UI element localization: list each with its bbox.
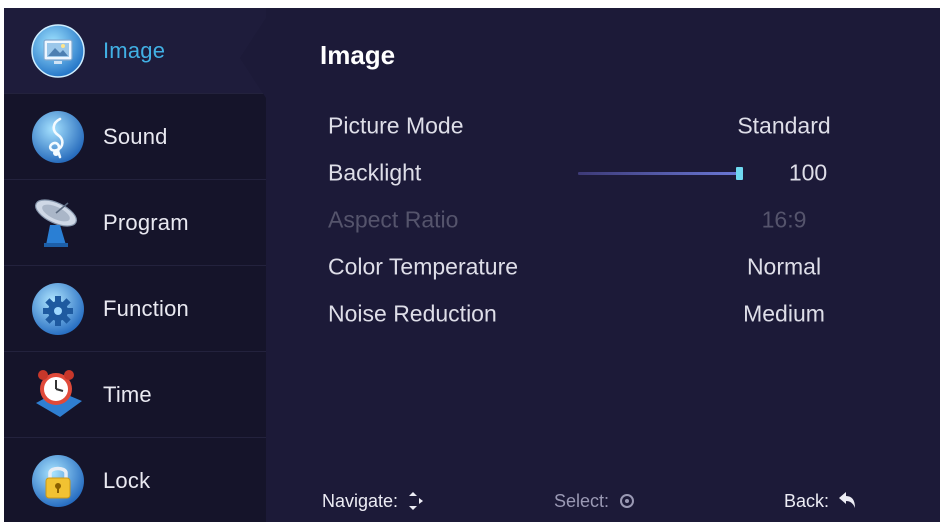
image-icon: [30, 23, 86, 79]
sidebar-item-image[interactable]: Image: [4, 8, 266, 94]
hint-label: Back:: [784, 490, 830, 511]
alarm-clock-icon: [30, 367, 86, 423]
setting-noise-reduction[interactable]: Noise Reduction Medium: [328, 294, 908, 334]
setting-picture-mode[interactable]: Picture Mode Standard: [328, 106, 908, 146]
sidebar: Image Sound Program Function Time Lock: [4, 8, 266, 522]
hint-label: Navigate:: [322, 490, 399, 511]
sidebar-item-label: Image: [103, 37, 166, 63]
satellite-dish-icon: [30, 195, 86, 251]
setting-label: Backlight: [328, 159, 422, 186]
hint-select: Select:: [554, 490, 637, 512]
sidebar-item-function[interactable]: Function: [4, 266, 266, 352]
backlight-slider-fill: [578, 172, 738, 175]
setting-value: Normal: [746, 253, 822, 280]
page-title: Image: [320, 40, 396, 70]
sidebar-item-label: Lock: [103, 468, 151, 493]
hint-back: Back:: [784, 490, 857, 512]
setting-aspect-ratio: Aspect Ratio 16:9: [328, 200, 908, 240]
setting-color-temperature[interactable]: Color Temperature Normal: [328, 247, 908, 287]
hint-label: Select:: [554, 490, 610, 511]
ok-circle-icon: [617, 490, 637, 512]
backlight-slider[interactable]: [578, 167, 743, 180]
setting-label: Noise Reduction: [328, 300, 497, 327]
sidebar-item-program[interactable]: Program: [4, 180, 266, 266]
music-note-icon: [30, 109, 86, 165]
gear-icon: [30, 281, 86, 337]
backlight-slider-handle[interactable]: [736, 167, 743, 180]
hint-navigate: Navigate:: [322, 490, 426, 512]
setting-value: 100: [788, 159, 828, 186]
active-indicator: [240, 18, 266, 98]
sidebar-item-sound[interactable]: Sound: [4, 94, 266, 180]
sidebar-item-lock[interactable]: Lock: [4, 438, 266, 522]
setting-label: Color Temperature: [328, 253, 519, 280]
navigate-arrows-icon: [406, 490, 426, 512]
sidebar-item-label: Time: [103, 381, 152, 407]
setting-value: Medium: [743, 300, 825, 327]
setting-label: Picture Mode: [328, 112, 464, 139]
sidebar-item-label: Function: [103, 295, 189, 321]
setting-value: 16:9: [761, 206, 807, 233]
setting-backlight[interactable]: Backlight 100: [328, 153, 908, 193]
sidebar-item-time[interactable]: Time: [4, 352, 266, 438]
setting-value: Standard: [737, 112, 831, 139]
padlock-icon: [30, 453, 86, 509]
tv-menu-screen: Image Sound Program Function Time Lock I…: [4, 8, 940, 522]
setting-label: Aspect Ratio: [328, 206, 459, 233]
back-arrow-icon: [837, 490, 857, 512]
sidebar-item-label: Sound: [103, 123, 168, 149]
sidebar-item-label: Program: [103, 209, 189, 235]
